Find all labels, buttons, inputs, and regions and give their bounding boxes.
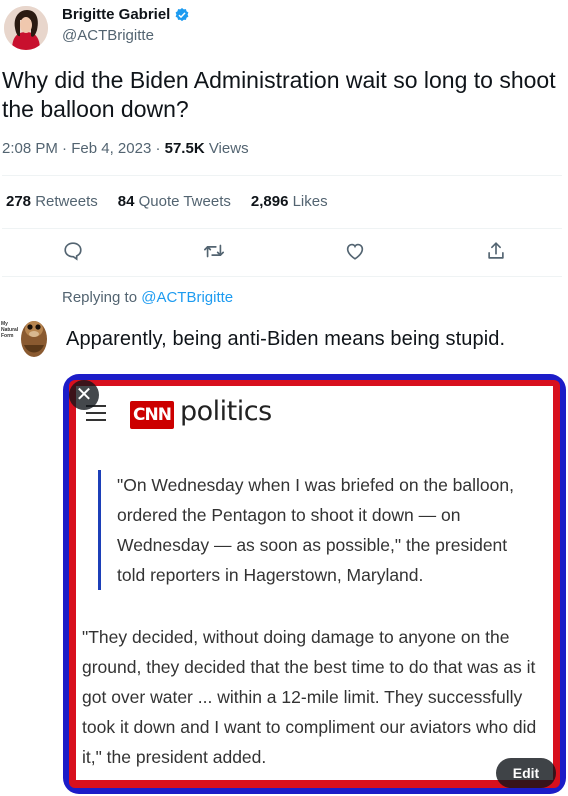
cnn-header-bar: CNN politics <box>76 392 553 436</box>
divider <box>2 228 562 229</box>
creature-avatar-image <box>21 321 47 357</box>
retweet-icon[interactable] <box>203 240 227 264</box>
reply-avatar[interactable]: My Natural Form <box>0 313 52 361</box>
close-media-button[interactable]: ✕ <box>69 380 99 410</box>
replying-handle-link[interactable]: @ACTBrigitte <box>141 289 233 306</box>
article-quote: "On Wednesday when I was briefed on the … <box>98 470 538 590</box>
like-icon[interactable] <box>344 240 368 264</box>
divider <box>2 175 562 176</box>
tweet-stats: 278 Retweets 84 Quote Tweets 2,896 Likes <box>6 193 328 210</box>
tweet-actions <box>0 240 568 268</box>
author-name-row: Brigitte Gabriel <box>62 6 190 23</box>
retweets-stat[interactable]: 278 Retweets <box>6 193 98 210</box>
article-paragraph: "They decided, without doing damage to a… <box>82 627 537 767</box>
views-count: 57.5K <box>164 140 205 157</box>
tweet-text: Why did the Biden Administration wait so… <box>2 67 556 122</box>
replying-to: Replying to @ACTBrigitte <box>62 289 233 306</box>
cnn-logo: CNN <box>130 401 174 429</box>
quote-tweets-stat[interactable]: 84 Quote Tweets <box>118 193 231 210</box>
edit-media-button[interactable]: Edit <box>496 758 556 788</box>
tweet-date[interactable]: Feb 4, 2023 <box>71 140 151 157</box>
share-icon[interactable] <box>485 240 509 264</box>
tweet-meta: 2:08 PM · Feb 4, 2023 · 57.5K Views <box>2 140 249 157</box>
reply-icon[interactable] <box>62 240 86 264</box>
likes-stat[interactable]: 2,896 Likes <box>251 193 328 210</box>
tweet-author-header: Brigitte Gabriel @ACTBrigitte <box>0 0 568 60</box>
meta-separator: · <box>62 140 72 157</box>
divider <box>2 276 562 277</box>
replying-prefix: Replying to <box>62 289 138 306</box>
author-avatar[interactable] <box>4 6 48 50</box>
section-title: politics <box>180 396 272 427</box>
verified-badge-icon <box>175 7 189 21</box>
reply-text: Apparently, being anti-Biden means being… <box>66 328 506 350</box>
attached-image[interactable]: CNN politics "On Wednesday when I was br… <box>63 374 566 794</box>
author-handle[interactable]: @ACTBrigitte <box>62 27 154 44</box>
author-name[interactable]: Brigitte Gabriel <box>62 6 170 23</box>
meta-separator: · <box>155 140 165 157</box>
tweet-time[interactable]: 2:08 PM <box>2 140 58 157</box>
cnn-screenshot: CNN politics "On Wednesday when I was br… <box>76 386 553 780</box>
views-label: Views <box>208 140 249 157</box>
